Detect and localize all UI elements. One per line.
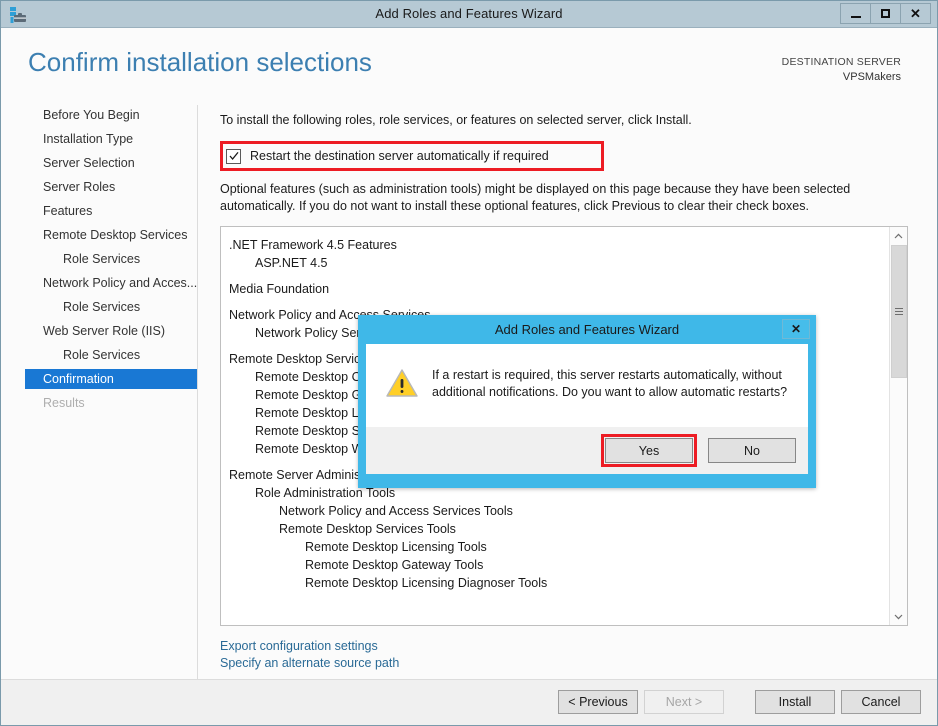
feature-list-item: Remote Desktop Licensing Tools [305, 540, 487, 554]
wizard-footer: < Previous Next > Install Cancel [1, 679, 937, 725]
feature-list-item: Network Policy and Access Services Tools [279, 504, 513, 518]
sidebar-item-features[interactable]: Features [1, 201, 197, 221]
destination-server-value: VPSMakers [842, 71, 901, 83]
confirm-restart-dialog: Add Roles and Features Wizard ✕ If a res… [358, 315, 816, 488]
sidebar-item-role-services[interactable]: Role Services [1, 345, 197, 365]
maximize-button[interactable] [870, 3, 901, 24]
checkmark-icon [229, 151, 239, 161]
link-specify-an-alternate-source-path[interactable]: Specify an alternate source path [220, 655, 399, 672]
sidebar-item-role-services[interactable]: Role Services [1, 297, 197, 317]
dialog-footer: Yes No [366, 427, 808, 474]
page-title: Confirm installation selections [28, 47, 372, 77]
sidebar-item-role-services[interactable]: Role Services [1, 249, 197, 269]
feature-list-item: .NET Framework 4.5 Features [229, 238, 397, 252]
restart-checkbox-row[interactable]: Restart the destination server automatic… [220, 141, 604, 171]
window-titlebar: Add Roles and Features Wizard ✕ [1, 1, 937, 28]
sidebar-item-results: Results [43, 396, 85, 410]
destination-server-label: DESTINATION SERVER [781, 56, 901, 68]
sidebar-item-before-you-begin[interactable]: Before You Begin [1, 105, 197, 125]
dialog-no-button[interactable]: No [708, 438, 796, 463]
sidebar-divider [197, 105, 198, 680]
wizard-window: Add Roles and Features Wizard ✕ Confirm … [0, 0, 938, 726]
feature-list-item: Media Foundation [229, 282, 330, 296]
scrollbar-grip-icon [895, 308, 903, 315]
window-controls: ✕ [840, 3, 931, 24]
next-button: Next > [644, 690, 724, 714]
dialog-body: If a restart is required, this server re… [366, 344, 808, 474]
feature-list-item: Remote Desktop Licensing Diagnoser Tools [305, 576, 548, 590]
window-title: Add Roles and Features Wizard [375, 6, 563, 21]
sidebar-item-web-server-role-iis[interactable]: Web Server Role (IIS) [1, 321, 197, 341]
list-scrollbar[interactable] [889, 227, 907, 625]
destination-server-block: DESTINATION SERVER VPSMakers [782, 55, 901, 85]
sidebar-item-installation-type[interactable]: Installation Type [1, 129, 197, 149]
feature-list-item: ASP.NET 4.5 [255, 256, 328, 270]
minimize-button[interactable] [840, 3, 871, 24]
install-button[interactable]: Install [755, 690, 835, 714]
feature-list-item: Remote Desktop Gateway Tools [305, 558, 484, 572]
dialog-message-area: If a restart is required, this server re… [366, 344, 808, 427]
scroll-up-icon[interactable] [890, 227, 907, 244]
sidebar-item-network-policy-and-acces[interactable]: Network Policy and Acces... [1, 273, 197, 293]
intro-text: To install the following roles, role ser… [220, 113, 692, 127]
sidebar-item-confirmation[interactable]: Confirmation [25, 369, 197, 389]
warning-icon [386, 369, 418, 403]
dialog-yes-button[interactable]: Yes [605, 438, 693, 463]
link-export-configuration-settings[interactable]: Export configuration settings [220, 638, 378, 655]
sidebar-item-server-selection[interactable]: Server Selection [1, 153, 197, 173]
page-header: Confirm installation selections DESTINAT… [1, 29, 937, 105]
cancel-button[interactable]: Cancel [841, 690, 921, 714]
scroll-down-icon[interactable] [890, 608, 907, 625]
restart-checkbox-label[interactable]: Restart the destination server automatic… [250, 149, 549, 163]
restart-checkbox[interactable] [226, 148, 241, 164]
footer-buttons: < Previous Next > Install Cancel [558, 690, 921, 714]
feature-list-item: Remote Desktop Services Tools [279, 522, 456, 536]
dialog-title: Add Roles and Features Wizard [494, 322, 680, 337]
sidebar-item-remote-desktop-services[interactable]: Remote Desktop Services [1, 225, 197, 245]
wizard-sidebar: Before You Begin Installation Type Server … [1, 105, 197, 680]
dialog-close-button[interactable]: ✕ [782, 319, 810, 339]
close-button[interactable]: ✕ [900, 3, 931, 24]
dialog-message: If a restart is required, this server re… [432, 368, 788, 399]
action-links: Export configuration settings Specify an … [220, 638, 921, 672]
scrollbar-thumb[interactable] [891, 245, 907, 378]
sidebar-item-server-roles[interactable]: Server Roles [1, 177, 197, 197]
yes-button-highlight: Yes [601, 434, 697, 467]
previous-button[interactable]: < Previous [558, 690, 638, 714]
optional-features-note: Optional features (such as administratio… [220, 182, 851, 213]
